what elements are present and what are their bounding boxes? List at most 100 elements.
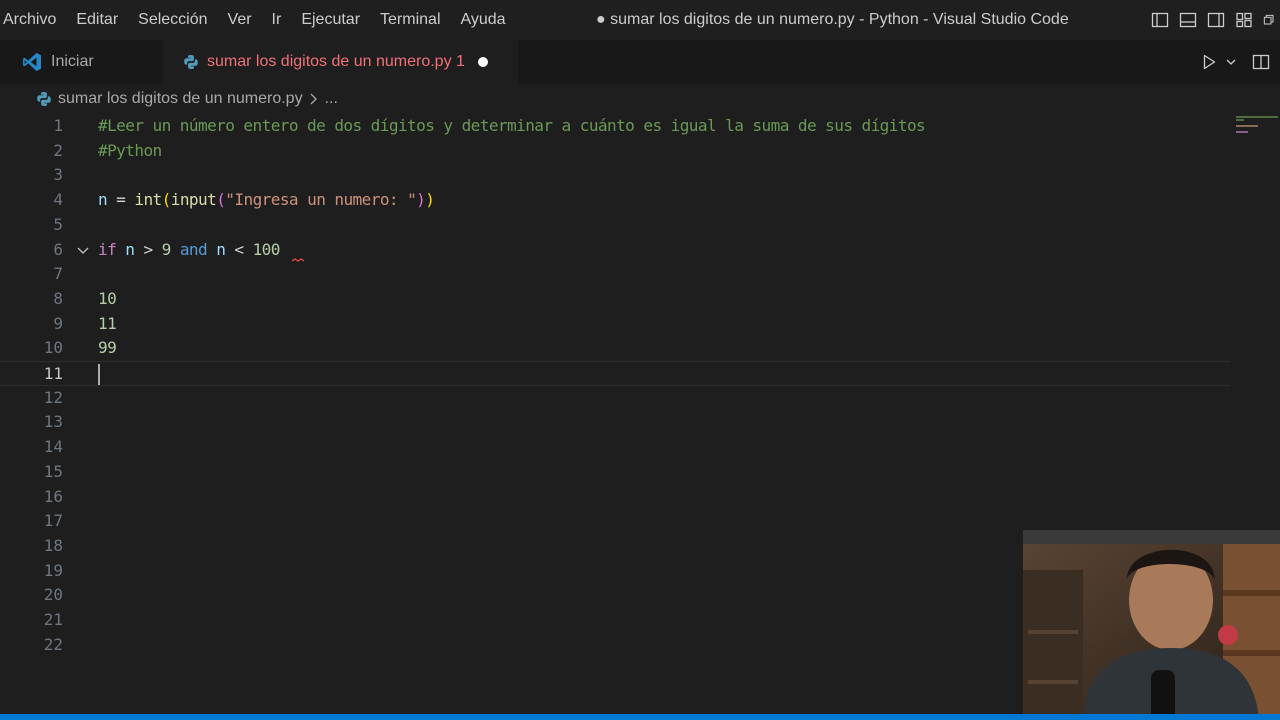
tab-label: sumar los digitos de un numero.py 1: [207, 53, 465, 70]
token-paren: (: [216, 190, 226, 210]
code-line[interactable]: 1 #Leer un número entero de dos dígitos …: [0, 114, 1230, 139]
menu-ayuda[interactable]: Ayuda: [451, 0, 516, 40]
code-text: #Leer un número entero de dos dígitos y …: [98, 116, 926, 135]
chevron-right-icon: [309, 92, 319, 106]
code-text: n = int(input("Ingresa un numero: ")): [98, 188, 435, 213]
line-number: 14: [43, 437, 63, 457]
code-line[interactable]: 12: [0, 386, 1230, 411]
line-number: 21: [43, 610, 63, 629]
code-text: 99: [98, 338, 117, 358]
customize-layout-icon[interactable]: [1230, 0, 1258, 40]
token-function: input: [170, 190, 217, 210]
tab-label: Iniciar: [51, 53, 94, 70]
token-variable: n: [116, 239, 144, 259]
code-line[interactable]: 3: [0, 163, 1230, 188]
python-file-icon: [37, 92, 51, 106]
current-line[interactable]: 11: [0, 361, 1230, 386]
menu-bar: Archivo Editar Selección Ver Ir Ejecutar…: [0, 0, 516, 40]
window-title: ● sumar los digitos de un numero.py - Py…: [596, 11, 1069, 28]
code-line[interactable]: 15: [0, 460, 1230, 485]
run-icon[interactable]: [1198, 40, 1220, 84]
webcam-overlay: [1023, 530, 1280, 720]
token-operator: =: [107, 190, 135, 210]
presenter-video-image: [1023, 530, 1280, 720]
layout-controls: [1146, 0, 1280, 40]
line-number: 8: [53, 288, 63, 308]
code-text: #Python: [98, 140, 162, 160]
line-number: 2: [53, 140, 63, 160]
text-cursor: [98, 364, 100, 385]
token-operator: <: [234, 239, 244, 259]
menu-editar[interactable]: Editar: [66, 0, 128, 40]
vscode-icon: [23, 53, 41, 71]
breadcrumb-file[interactable]: sumar los digitos de un numero.py: [58, 90, 303, 108]
token-keyword: and: [179, 239, 208, 259]
minimap-line: [1236, 125, 1258, 127]
code-line[interactable]: 2 #Python: [0, 139, 1230, 164]
title-bar: Archivo Editar Selección Ver Ir Ejecutar…: [0, 0, 1280, 40]
error-squiggle-icon: [292, 257, 304, 262]
code-line[interactable]: 13: [0, 410, 1230, 435]
toggle-panel-icon[interactable]: [1174, 0, 1202, 40]
menu-seleccion[interactable]: Selección: [128, 0, 217, 40]
menu-ejecutar[interactable]: Ejecutar: [291, 0, 370, 40]
token-number: 100: [243, 239, 281, 259]
minimap-line: [1236, 119, 1244, 121]
window-restore-icon[interactable]: [1258, 0, 1280, 40]
code-line[interactable]: 7: [0, 262, 1230, 287]
toggle-secondary-sidebar-icon[interactable]: [1202, 0, 1230, 40]
token-variable: n: [98, 190, 108, 210]
tab-iniciar[interactable]: Iniciar: [0, 40, 163, 84]
token-paren: ): [416, 190, 426, 210]
status-bar: [0, 714, 1280, 720]
menu-archivo[interactable]: Archivo: [0, 0, 66, 40]
line-number: 16: [43, 486, 63, 506]
code-line[interactable]: 8 10: [0, 287, 1230, 312]
code-line[interactable]: 9 11: [0, 312, 1230, 337]
line-number: 6: [53, 239, 63, 259]
line-number: 11: [43, 364, 63, 383]
fold-chevron-icon[interactable]: [76, 244, 90, 262]
code-line[interactable]: 6 if n > 9 and n < 100: [0, 238, 1230, 263]
line-number: 18: [43, 535, 63, 555]
chevron-down-icon[interactable]: [1220, 40, 1242, 84]
code-line[interactable]: 5: [0, 213, 1230, 238]
tab-bar: Iniciar sumar los digitos de un numero.p…: [0, 40, 1280, 84]
line-number: 12: [43, 387, 63, 407]
line-number: 9: [53, 313, 63, 333]
minimap-line: [1236, 131, 1248, 133]
menu-ver[interactable]: Ver: [218, 0, 262, 40]
token-variable: n: [207, 239, 235, 259]
line-number: 22: [43, 634, 63, 654]
toggle-primary-sidebar-icon[interactable]: [1146, 0, 1174, 40]
token-operator: >: [143, 239, 153, 259]
line-number: 19: [43, 560, 63, 580]
code-text: if n > 9 and n < 100: [98, 238, 280, 263]
line-number: 13: [43, 412, 63, 432]
line-number: 10: [43, 338, 63, 358]
code-line[interactable]: 16: [0, 485, 1230, 510]
line-number: 20: [43, 585, 63, 605]
code-line[interactable]: 4 n = int(input("Ingresa un numero: ")): [0, 188, 1230, 213]
minimap[interactable]: [1234, 114, 1280, 154]
unsaved-dot-icon[interactable]: [477, 57, 488, 67]
token-keyword: if: [98, 239, 117, 259]
code-text: 10: [98, 288, 117, 308]
token-string: "Ingresa un numero: ": [225, 190, 417, 210]
minimap-line: [1236, 116, 1278, 118]
breadcrumb: sumar los digitos de un numero.py ...: [0, 84, 1280, 114]
token-number: 9: [152, 239, 180, 259]
tab-active-file[interactable]: sumar los digitos de un numero.py 1: [163, 40, 518, 84]
line-number: 5: [53, 214, 63, 234]
line-number: 4: [53, 190, 63, 210]
code-text: 11: [98, 313, 117, 333]
code-line[interactable]: 10 99: [0, 336, 1230, 361]
python-file-icon: [184, 55, 198, 69]
line-number: 15: [43, 461, 63, 481]
menu-terminal[interactable]: Terminal: [370, 0, 450, 40]
split-editor-icon[interactable]: [1242, 40, 1280, 84]
menu-ir[interactable]: Ir: [262, 0, 292, 40]
code-line[interactable]: 14: [0, 435, 1230, 460]
breadcrumb-more[interactable]: ...: [325, 90, 338, 108]
line-number: 17: [43, 511, 63, 531]
